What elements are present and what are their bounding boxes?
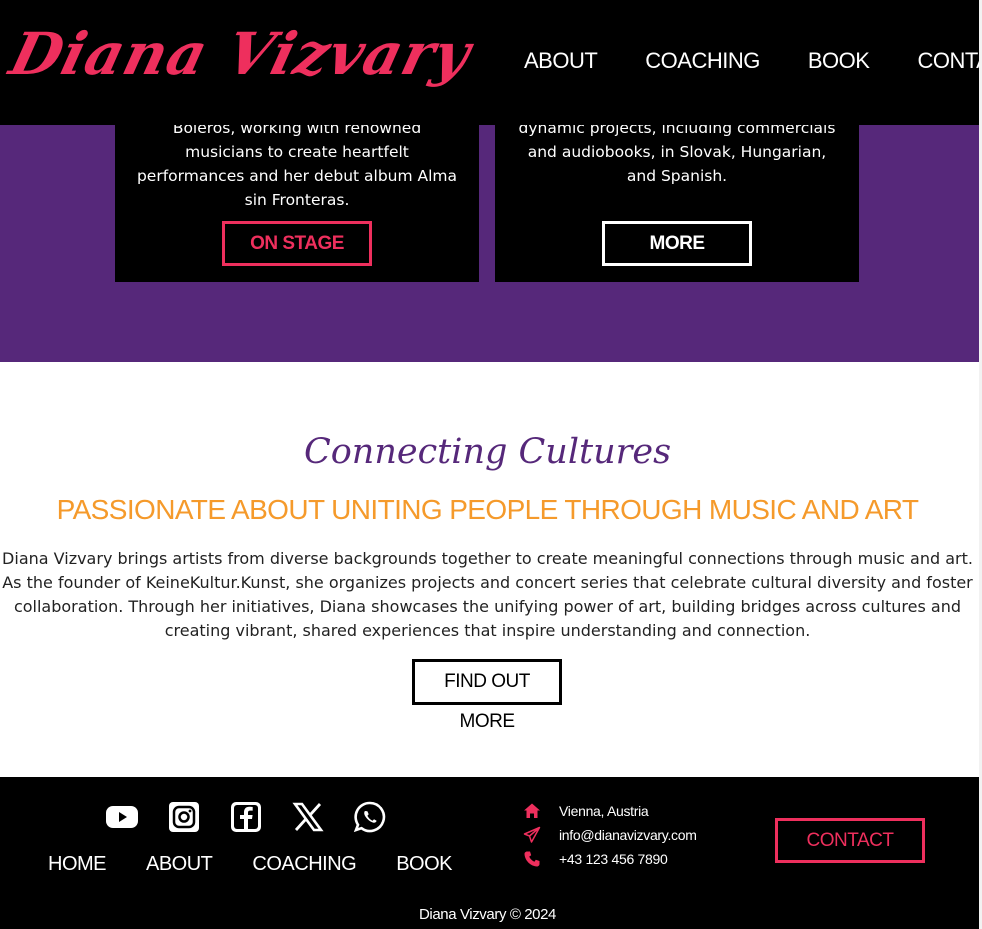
paper-plane-icon	[523, 826, 541, 844]
on-stage-card-text: Boleros, working with renowned musicians…	[136, 119, 458, 209]
whatsapp-icon[interactable]	[353, 800, 387, 834]
passionate-subheading: PASSIONATE ABOUT UNITING PEOPLE THROUGH …	[56, 494, 919, 525]
instagram-icon[interactable]	[167, 800, 201, 834]
site-footer: HOME ABOUT COACHING BOOK Vienna, Austria…	[0, 777, 979, 929]
x-icon[interactable]	[291, 800, 325, 834]
youtube-icon[interactable]	[105, 800, 139, 834]
footer-contact-button[interactable]: CONTACT	[775, 818, 925, 863]
social-links	[105, 800, 387, 834]
copyright: Diana Vizvary © 2024	[418, 906, 557, 923]
connecting-cultures-heading: Connecting Cultures	[303, 432, 672, 472]
top-nav: ABOUT COACHING BOOK CONTACT	[500, 44, 982, 78]
footer-nav-about[interactable]: ABOUT	[126, 853, 232, 876]
phone-link[interactable]: +43 123 456 7890	[559, 851, 668, 867]
contact-info: Vienna, Austria info@dianavizvary.com +4…	[523, 799, 697, 871]
location-row: Vienna, Austria	[523, 799, 697, 823]
facebook-icon[interactable]	[229, 800, 263, 834]
nav-about[interactable]: ABOUT	[500, 44, 621, 78]
email-link[interactable]: info@dianavizvary.com	[559, 827, 697, 843]
location-text: Vienna, Austria	[559, 803, 649, 819]
nav-book[interactable]: BOOK	[784, 44, 894, 78]
footer-nav-coaching[interactable]: COACHING	[232, 853, 376, 876]
logo[interactable]: Diana Vizvary	[4, 20, 478, 88]
nav-contact[interactable]: CONTACT	[893, 44, 982, 78]
on-stage-button[interactable]: ON STAGE	[222, 221, 372, 266]
home-icon	[523, 802, 541, 820]
more-button[interactable]: MORE	[602, 221, 752, 266]
voice-card-text: dynamic projects, including commercials …	[518, 119, 836, 185]
footer-nav: HOME ABOUT COACHING BOOK	[28, 853, 468, 876]
phone-row: +43 123 456 7890	[523, 847, 697, 871]
nav-coaching[interactable]: COACHING	[621, 44, 784, 78]
footer-nav-book[interactable]: BOOK	[376, 853, 472, 876]
footer-nav-home[interactable]: HOME	[28, 853, 126, 876]
find-out-more-button[interactable]: FIND OUT MORE	[412, 659, 562, 732]
phone-icon	[523, 850, 541, 868]
site-header: Diana Vizvary ABOUT COACHING BOOK CONTAC…	[0, 0, 982, 125]
email-row: info@dianavizvary.com	[523, 823, 697, 847]
culture-body-text: Diana Vizvary brings artists from divers…	[2, 549, 973, 640]
